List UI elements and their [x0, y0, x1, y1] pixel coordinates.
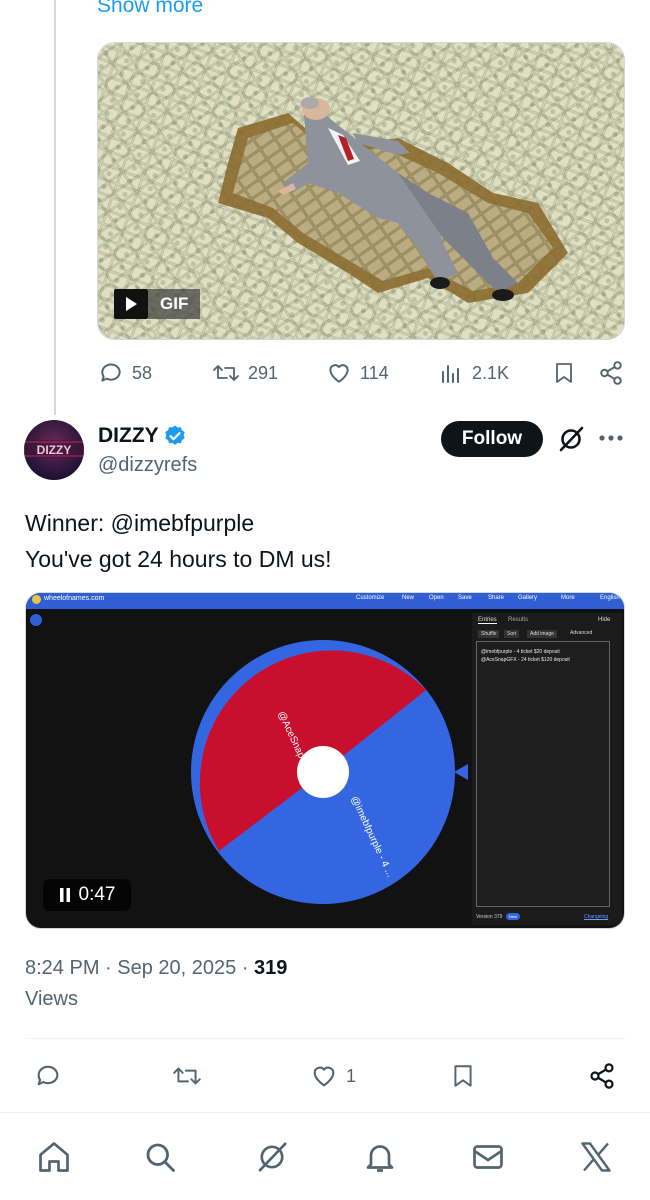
reply-action[interactable]: 58 — [98, 360, 152, 386]
thread-line — [54, 0, 56, 415]
toolbar-share: Share — [488, 595, 505, 601]
like-count: 114 — [360, 362, 389, 383]
toolbar-new: New — [402, 595, 415, 601]
analytics-icon — [442, 365, 459, 383]
main-like-count: 1 — [346, 1065, 357, 1086]
nav-home[interactable] — [36, 1139, 72, 1180]
verified-badge-icon — [164, 425, 185, 445]
site-logo-icon — [32, 595, 41, 604]
like-action[interactable]: 114 — [326, 360, 389, 386]
notifications-icon — [366, 1145, 394, 1172]
hide-checkbox: Hide — [598, 617, 611, 623]
nav-search[interactable] — [142, 1139, 178, 1180]
bookmark-icon — [556, 363, 572, 383]
display-name: DIZZY — [98, 424, 159, 447]
site-name: wheelofnames.com — [44, 595, 105, 602]
gif-badge[interactable]: GIF — [114, 287, 201, 321]
bookmark-icon — [454, 1065, 472, 1087]
views-label: Views — [25, 988, 78, 1010]
toolbar-save: Save — [458, 595, 472, 601]
views-action[interactable]: 2.1K — [440, 360, 509, 386]
entry-line-2: @AceSnapGFX - 24 ticket $120 deposit — [481, 657, 570, 663]
toolbar-language: English — [600, 595, 620, 601]
toolbar-gallery: Gallery — [518, 595, 538, 601]
play-icon — [114, 289, 148, 319]
avatar[interactable]: DIZZY — [24, 420, 84, 480]
bookmark-action[interactable] — [552, 360, 576, 386]
main-like-action[interactable]: 1 — [310, 1062, 356, 1090]
toolbar-customize: Customize — [356, 595, 385, 601]
bottom-navigation — [0, 1112, 650, 1200]
reply-icon — [101, 363, 121, 382]
edit-icon — [30, 614, 42, 626]
entry-line-1: @imebfpurple - 4 ticket $20 deposit — [481, 649, 560, 655]
main-bookmark-action[interactable] — [450, 1062, 476, 1090]
reply-count: 58 — [132, 362, 153, 383]
share-action[interactable] — [598, 360, 624, 386]
add-image-button: Add image — [527, 630, 557, 638]
x-icon — [581, 1142, 611, 1172]
grok-icon — [258, 1142, 287, 1172]
nav-grok[interactable] — [254, 1139, 290, 1180]
messages-icon — [473, 1145, 503, 1169]
pause-icon — [59, 888, 70, 902]
tweet-text-line1: Winner: @imebfpurple — [25, 510, 255, 536]
retweet-icon — [173, 1067, 201, 1085]
more-options-button[interactable] — [598, 428, 624, 453]
retweet-count: 291 — [248, 362, 279, 383]
grok-button[interactable] — [556, 424, 586, 459]
divider — [25, 1038, 625, 1039]
new-badge: New — [506, 913, 521, 920]
follow-button[interactable]: Follow — [441, 421, 543, 457]
advanced-checkbox: Advanced — [570, 630, 593, 636]
toolbar-open: Open — [429, 595, 444, 601]
share-icon — [600, 361, 622, 385]
retweet-icon — [213, 365, 239, 381]
main-reply-action[interactable] — [34, 1062, 62, 1090]
more-dots-icon — [599, 435, 623, 441]
entries-panel: Entries Results Hide Shuffle Sort Add im… — [472, 613, 622, 925]
video-timer[interactable]: 0:47 — [43, 879, 131, 911]
main-retweet-action[interactable] — [172, 1062, 202, 1090]
video-player[interactable]: wheelofnames.com Customize New Open Save… — [25, 592, 625, 929]
display-name-row[interactable]: DIZZY — [98, 424, 187, 448]
main-share-action[interactable] — [588, 1062, 616, 1090]
version-label: Version 379 — [476, 914, 503, 920]
tweet-date[interactable]: Sep 20, 2025 — [117, 957, 236, 979]
shuffle-button: Shuffle — [478, 630, 500, 638]
entries-textarea: @imebfpurple - 4 ticket $20 deposit @Ace… — [476, 641, 610, 907]
gif-media[interactable]: GIF — [97, 42, 625, 340]
tweet-text: Winner: @imebfpurple You've got 24 hours… — [25, 505, 332, 577]
nav-x-premium[interactable] — [578, 1139, 614, 1180]
tweet-time[interactable]: 8:24 PM — [25, 957, 99, 979]
avatar-text: DIZZY — [37, 443, 72, 457]
home-icon — [39, 1142, 69, 1172]
tweet-text-line2: You've got 24 hours to DM us! — [25, 546, 332, 572]
show-more-link[interactable]: Show more — [97, 0, 203, 18]
grok-icon — [559, 426, 584, 452]
nav-messages[interactable] — [470, 1139, 506, 1180]
video-duration: 0:47 — [78, 884, 116, 905]
changelog-link: Changelog — [584, 914, 609, 920]
heart-icon — [329, 364, 349, 383]
share-icon — [590, 1063, 614, 1089]
wheel-pointer — [454, 764, 468, 780]
reply-icon — [37, 1065, 59, 1086]
tab-entries: Entries — [478, 617, 497, 624]
handle[interactable]: @dizzyrefs — [98, 454, 197, 477]
tweet-meta: 8:24 PM · Sep 20, 2025 · 319 — [25, 957, 288, 979]
toolbar-more: More — [561, 595, 575, 601]
views-count: 2.1K — [472, 362, 510, 383]
retweet-action[interactable]: 291 — [212, 360, 278, 386]
nav-notifications[interactable] — [362, 1139, 398, 1180]
gif-label: GIF — [148, 289, 201, 319]
heart-icon — [313, 1066, 335, 1087]
views-total: 319 — [254, 957, 288, 979]
wheel: @AceSnapGFX - 24 @imebfpurple - 4 ... — [191, 640, 468, 904]
site-toolbar: wheelofnames.com Customize New Open Save… — [26, 593, 624, 609]
search-icon — [146, 1143, 175, 1172]
sort-button: Sort — [504, 630, 520, 638]
tab-results: Results — [508, 617, 529, 623]
